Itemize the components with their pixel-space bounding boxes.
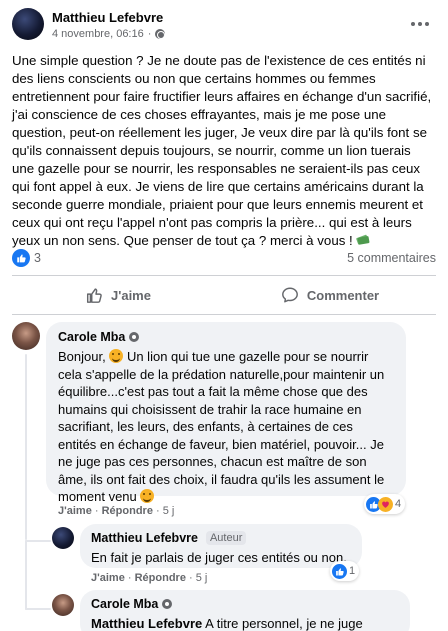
comment-body: Un lion qui tue une gazelle pour se nour… bbox=[58, 349, 385, 504]
comment-reactions[interactable]: 4 bbox=[364, 494, 406, 514]
comment-text: Bonjour, Un lion qui tue une gazelle pou… bbox=[58, 348, 394, 506]
profile-badge-icon bbox=[129, 332, 140, 342]
mention-link[interactable]: Matthieu Lefebvre bbox=[91, 616, 202, 631]
reply-author-avatar[interactable] bbox=[52, 594, 74, 616]
comment-icon bbox=[281, 287, 298, 303]
thread-connector bbox=[25, 540, 51, 542]
comment-like-link[interactable]: J'aime bbox=[58, 505, 92, 517]
reaction-count: 4 bbox=[395, 498, 402, 510]
post-text: Une simple question ? Je ne doute pas de… bbox=[12, 53, 432, 248]
globe-icon bbox=[155, 29, 166, 39]
smile-emoji-icon bbox=[109, 349, 124, 363]
post-card: Matthieu Lefebvre 4 novembre, 06:16 · Un… bbox=[0, 0, 448, 631]
comment-button-label: Commenter bbox=[306, 287, 380, 303]
reply-reply-link[interactable]: Répondre bbox=[135, 572, 186, 584]
separator: · bbox=[189, 572, 193, 584]
reply-bubble: Carole Mba Matthieu Lefebvre A titre per… bbox=[80, 590, 410, 631]
author-tag: Auteur bbox=[205, 531, 247, 545]
thumbs-up-icon bbox=[86, 288, 102, 303]
reply-author-name: Matthieu Lefebvre bbox=[91, 531, 198, 545]
reply-text: Matthieu Lefebvre A titre personnel, je … bbox=[91, 615, 399, 631]
thread-connector bbox=[25, 608, 51, 610]
post-body: Une simple question ? Je ne doute pas de… bbox=[12, 52, 436, 250]
dot-icon bbox=[425, 22, 429, 26]
post-date[interactable]: 4 novembre, 06:16 bbox=[52, 28, 144, 40]
post-actions: J'aime Commenter bbox=[12, 279, 436, 311]
commenter-avatar[interactable] bbox=[12, 322, 40, 350]
like-reaction-icon[interactable] bbox=[12, 249, 30, 267]
comment-author-name: Carole Mba bbox=[58, 330, 126, 344]
separator: · bbox=[156, 505, 160, 517]
like-button-label: J'aime bbox=[111, 287, 151, 303]
reply-like-link[interactable]: J'aime bbox=[91, 572, 125, 584]
grin-emoji-icon bbox=[140, 489, 155, 503]
dot-icon bbox=[411, 22, 415, 26]
money-emoji-icon bbox=[356, 234, 370, 245]
like-button[interactable]: J'aime bbox=[12, 279, 224, 311]
comment-time[interactable]: 5 j bbox=[163, 505, 175, 517]
separator: · bbox=[94, 505, 99, 517]
profile-badge-icon bbox=[162, 599, 173, 609]
divider bbox=[12, 275, 436, 276]
reply-author-name: Carole Mba bbox=[91, 597, 159, 611]
meta-separator: · bbox=[147, 28, 152, 40]
reply-time[interactable]: 5 j bbox=[196, 572, 208, 584]
comments-count[interactable]: 5 commentaires bbox=[347, 251, 436, 265]
comment-actions: J'aime · Répondre · 5 j bbox=[58, 505, 174, 517]
love-reaction-icon bbox=[378, 496, 393, 512]
reply-body: A titre personnel, je ne juge bbox=[205, 616, 363, 631]
reply-reactions[interactable]: 1 bbox=[330, 561, 360, 581]
comment-author[interactable]: Carole Mba bbox=[58, 330, 140, 344]
comment-bubble: Carole Mba Bonjour, Un lion qui tue une … bbox=[46, 322, 406, 504]
divider bbox=[12, 314, 436, 315]
thread-line bbox=[25, 354, 27, 540]
comment-reply-link[interactable]: Répondre bbox=[102, 505, 153, 517]
separator: · bbox=[127, 572, 132, 584]
post-author-name[interactable]: Matthieu Lefebvre bbox=[52, 10, 163, 25]
reply-author-avatar[interactable] bbox=[52, 527, 74, 549]
comment-greeting: Bonjour, bbox=[58, 349, 106, 364]
reply-actions: J'aime · Répondre · 5 j bbox=[91, 572, 207, 584]
reply-bubble: Matthieu Lefebvre Auteur En fait je parl… bbox=[80, 524, 362, 568]
reply-text: En fait je parlais de juger ces entités … bbox=[91, 550, 347, 565]
comment-button[interactable]: Commenter bbox=[224, 279, 436, 311]
more-options-button[interactable] bbox=[408, 14, 432, 34]
post-stats: 3 5 commentaires bbox=[12, 248, 436, 268]
author-avatar[interactable] bbox=[12, 8, 44, 40]
like-reaction-icon bbox=[332, 563, 347, 579]
post-meta: 4 novembre, 06:16 · bbox=[52, 28, 166, 40]
thread-connector bbox=[25, 540, 27, 610]
reply-author[interactable]: Carole Mba bbox=[91, 597, 173, 611]
reaction-count: 1 bbox=[349, 565, 356, 577]
like-count[interactable]: 3 bbox=[34, 251, 41, 265]
post-header: Matthieu Lefebvre 4 novembre, 06:16 · bbox=[12, 8, 436, 48]
reply-author[interactable]: Matthieu Lefebvre Auteur bbox=[91, 531, 247, 545]
dot-icon bbox=[418, 22, 422, 26]
